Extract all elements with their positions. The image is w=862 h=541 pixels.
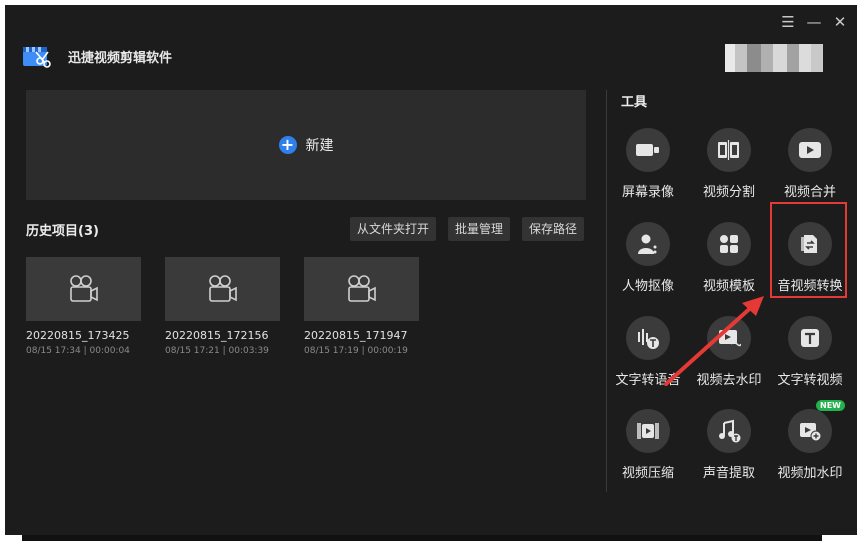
template-icon	[720, 235, 738, 253]
tool-video-template[interactable]: 视频模板	[688, 222, 770, 294]
project-meta: 08/15 17:19 | 00:00:19	[304, 346, 408, 356]
video-camera-icon	[69, 275, 98, 302]
tool-label: 视频去水印	[696, 373, 762, 388]
project-card[interactable]: 20220815_171947 08/15 17:19 | 00:00:19	[304, 257, 419, 356]
tool-label: 视频模板	[702, 279, 755, 294]
video-camera-icon	[347, 275, 376, 302]
window-controls: ☰ — ✕	[780, 14, 848, 30]
film-split-icon	[718, 140, 739, 160]
project-meta: 08/15 17:34 | 00:00:04	[26, 346, 130, 356]
menu-icon[interactable]: ☰	[780, 14, 796, 30]
tool-label: 屏幕录像	[621, 185, 674, 200]
tool-label: 视频加水印	[777, 466, 843, 481]
tool-person-matting[interactable]: 人物抠像	[607, 222, 689, 294]
new-badge: NEW	[816, 400, 845, 411]
project-card[interactable]: 20220815_173425 08/15 17:34 | 00:00:04	[26, 257, 141, 356]
tool-label: 声音提取	[702, 466, 755, 481]
minimize-icon[interactable]: —	[806, 14, 822, 30]
open-folder-button[interactable]: 从文件夹打开	[350, 217, 437, 241]
new-project-button[interactable]: + 新建	[26, 90, 586, 200]
project-thumbnail[interactable]	[26, 257, 141, 321]
tool-label: 视频压缩	[621, 466, 674, 481]
tools-title: 工具	[621, 95, 648, 110]
project-name: 20220815_173425	[26, 329, 130, 342]
app-logo-icon	[23, 47, 51, 68]
project-meta: 08/15 17:21 | 00:03:39	[165, 346, 269, 356]
tool-video-merge[interactable]: 视频合并	[769, 128, 851, 200]
add-watermark-icon	[800, 423, 822, 442]
compress-icon	[637, 423, 659, 439]
plus-icon: +	[278, 136, 297, 154]
save-path-button[interactable]: 保存路径	[522, 217, 585, 241]
video-camera-icon	[208, 275, 237, 302]
tool-label: 视频分割	[702, 185, 755, 200]
tool-text-to-speech[interactable]: 文字转语音	[607, 316, 689, 388]
tool-audio-extract[interactable]: 声音提取	[688, 409, 770, 481]
tool-label: 视频合并	[783, 185, 836, 200]
tool-screen-record[interactable]: 屏幕录像	[607, 128, 689, 200]
project-thumbnail[interactable]	[165, 257, 280, 321]
remove-watermark-icon	[719, 330, 741, 347]
camera-icon	[636, 144, 659, 156]
user-avatar[interactable]	[725, 44, 823, 72]
play-merge-icon	[799, 142, 821, 158]
project-card[interactable]: 20220815_172156 08/15 17:21 | 00:03:39	[165, 257, 280, 356]
tool-av-convert[interactable]: 音视频转换	[769, 222, 851, 294]
person-matting-icon	[638, 234, 657, 254]
tool-label: 文字转视频	[777, 373, 843, 388]
history-title: 历史项目(3)	[26, 224, 99, 239]
project-name: 20220815_172156	[165, 329, 269, 342]
convert-icon	[801, 235, 817, 253]
close-icon[interactable]: ✕	[832, 14, 848, 30]
tool-label: 音视频转换	[777, 279, 843, 294]
tool-video-compress[interactable]: 视频压缩	[607, 409, 689, 481]
text-to-speech-icon	[638, 329, 659, 349]
new-project-label: 新建	[305, 138, 334, 154]
tool-video-split[interactable]: 视频分割	[688, 128, 770, 200]
tool-text-to-video[interactable]: 文字转视频	[769, 316, 851, 388]
tool-label: 人物抠像	[621, 279, 674, 294]
project-thumbnail[interactable]	[304, 257, 419, 321]
project-name: 20220815_171947	[304, 329, 408, 342]
text-to-video-icon	[801, 329, 819, 347]
tool-remove-watermark[interactable]: 视频去水印	[688, 316, 770, 388]
tool-label: 文字转语音	[615, 373, 681, 388]
audio-extract-icon	[719, 419, 741, 443]
app-title: 迅捷视频剪辑软件	[68, 51, 173, 66]
tool-add-watermark[interactable]: NEW 视频加水印	[769, 400, 851, 481]
bottom-strip	[22, 535, 822, 541]
batch-manage-button[interactable]: 批量管理	[448, 217, 511, 241]
